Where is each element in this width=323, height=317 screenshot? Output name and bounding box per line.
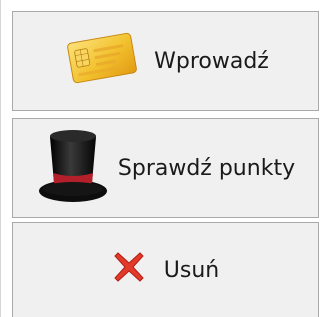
delete-button-label: Usuń xyxy=(163,257,220,283)
card-icon xyxy=(62,26,142,96)
enter-button-label: Wprowadź xyxy=(154,48,269,74)
delete-button[interactable]: Usuń xyxy=(12,222,319,317)
check-points-button-label: Sprawdź punkty xyxy=(117,155,296,181)
enter-button[interactable]: Wprowadź xyxy=(12,11,319,111)
check-points-button[interactable]: Sprawdź punkty xyxy=(12,118,319,218)
button-panel: Wprowadź Sprawdź punkty Usuń xyxy=(0,0,323,317)
red-x-icon xyxy=(112,250,146,290)
top-hat-icon xyxy=(36,123,110,213)
